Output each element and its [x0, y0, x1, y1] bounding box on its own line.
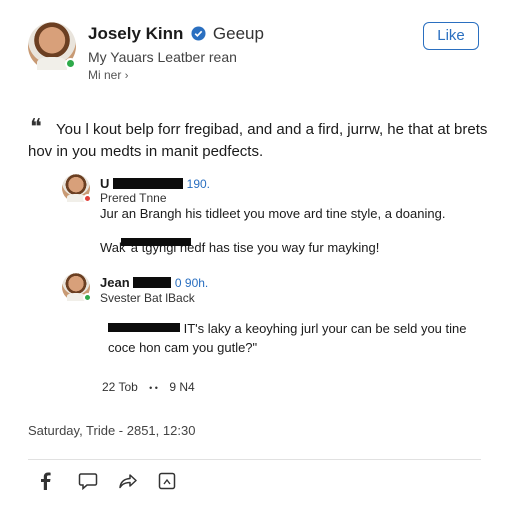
reply-status-dot [83, 293, 92, 302]
post-meta: Mi ner › [88, 68, 128, 82]
facebook-icon[interactable] [38, 472, 52, 490]
like-button[interactable]: Like [423, 22, 479, 50]
online-status-dot [65, 58, 76, 69]
post-body-line-2: hov in you medts in manit pedfects. [28, 143, 264, 160]
reaction-likes: 22 Tob [102, 380, 138, 394]
redaction-bar [113, 178, 184, 189]
reply-name[interactable]: Jean 0 90h. [100, 275, 208, 290]
reply-time[interactable]: 0 90h. [175, 276, 208, 290]
reaction-separator: • • [149, 383, 158, 393]
redaction-bar [108, 323, 180, 332]
verified-badge-icon [191, 26, 206, 41]
reaction-count: 9 N4 [169, 380, 195, 394]
share-icon[interactable] [118, 473, 138, 490]
reply-role: Prered Tnne [100, 191, 167, 205]
post-meta-text: Mi ner [88, 68, 122, 82]
reply-text-line-1: IT's laky a keoyhing jurl your can be se… [108, 321, 466, 336]
reply-text-line-1: Jur an Brangh his tidleet you move ard t… [100, 206, 446, 221]
reaction-summary[interactable]: 22 Tob • • 9 N4 [102, 380, 195, 394]
redaction-bar [121, 238, 192, 246]
post-header-title: Josely Kinn Geeup [88, 24, 264, 44]
chevron-right-icon: › [124, 70, 129, 82]
reply-text-line-2: Wak a tgyngi hedf has tise you way fur m… [100, 238, 379, 255]
divider [28, 459, 481, 460]
quote-icon: ❝ [30, 115, 42, 140]
group-label[interactable]: Geeup [213, 24, 264, 43]
reply-text-post: IT's laky a keoyhing jurl your can be se… [183, 321, 467, 336]
author-name[interactable]: Josely Kinn [88, 24, 183, 43]
post-timestamp: Saturday, Tride - 2851, 12:30 [28, 423, 196, 438]
save-icon[interactable] [158, 472, 176, 490]
comment-icon[interactable] [78, 472, 98, 490]
reply-name[interactable]: U 190. [100, 176, 210, 191]
post-body-line-1: You l kout belp forr fregibad, and and a… [56, 121, 488, 138]
redaction-bar [133, 277, 172, 288]
reply-name-prefix: Jean [100, 275, 130, 290]
reply-text-line-2: coce hon cam you gutle?" [108, 340, 258, 355]
reply-status-dot [83, 194, 92, 203]
reply-name-prefix: U [100, 176, 110, 191]
reply-role: Svester Bat lBack [100, 291, 195, 305]
reply-time[interactable]: 190. [187, 177, 210, 191]
post-subtitle: My Yauars Leatber rean [88, 49, 237, 65]
